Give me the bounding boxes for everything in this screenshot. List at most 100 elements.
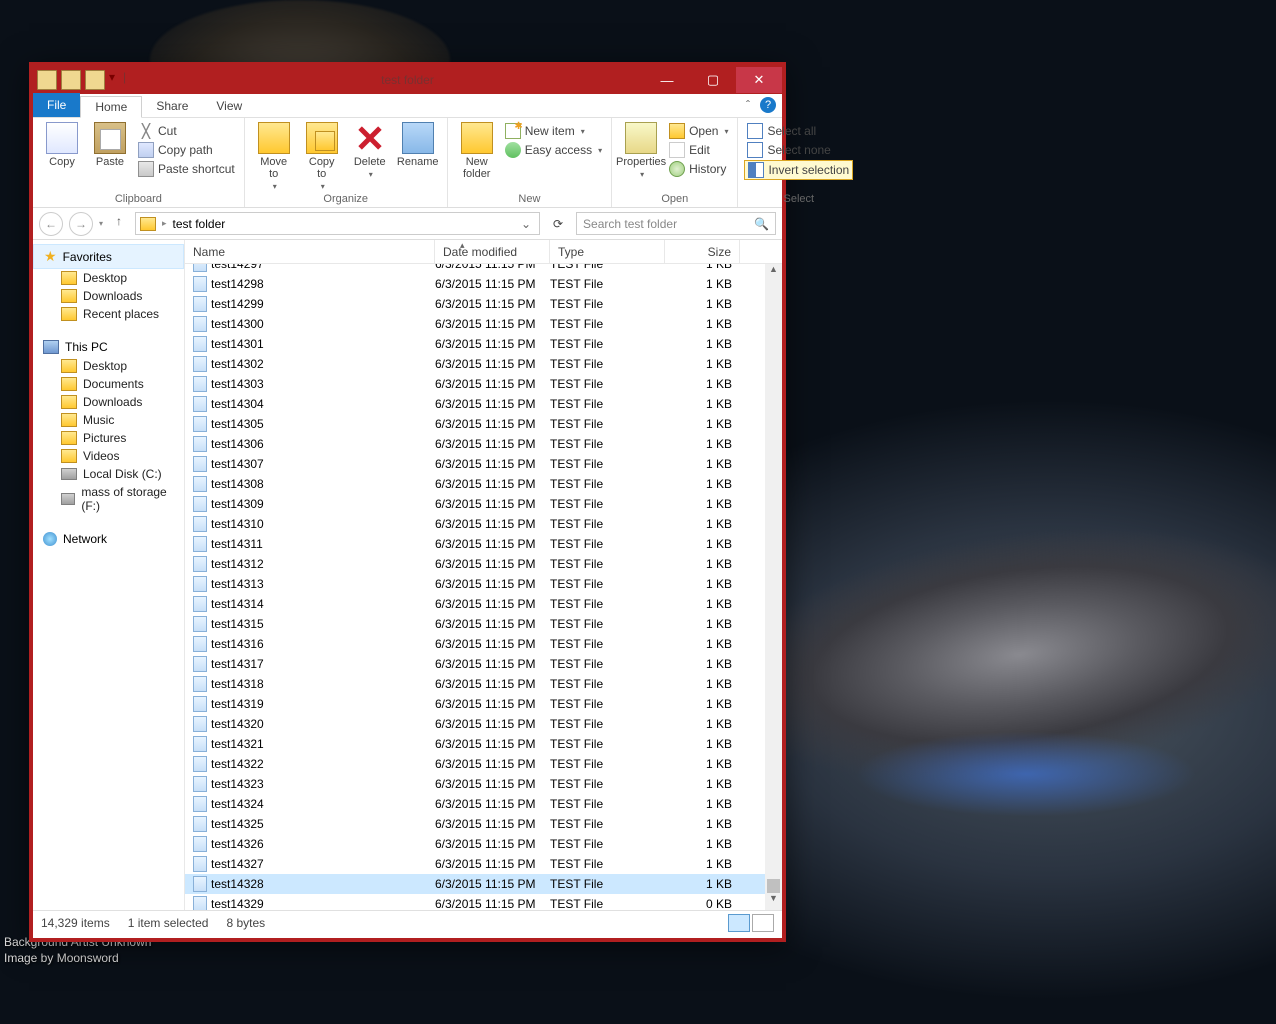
copy-button[interactable]: Copy [39,120,85,168]
file-row[interactable]: test143256/3/2015 11:15 PMTEST File1 KB [185,814,782,834]
file-row[interactable]: test143076/3/2015 11:15 PMTEST File1 KB [185,454,782,474]
file-row[interactable]: test142996/3/2015 11:15 PMTEST File1 KB [185,294,782,314]
file-row[interactable]: test143016/3/2015 11:15 PMTEST File1 KB [185,334,782,354]
drive-icon [61,493,75,505]
move-to-button[interactable]: Move to [251,120,297,191]
nav-item[interactable]: Local Disk (C:) [33,465,184,483]
edit-button[interactable]: Edit [666,141,731,159]
qat-icon[interactable] [37,70,57,90]
address-bar[interactable]: ▸ test folder ⌄ [135,212,540,235]
file-row[interactable]: test143216/3/2015 11:15 PMTEST File1 KB [185,734,782,754]
scroll-up-arrow[interactable]: ▲ [765,264,782,281]
nav-item[interactable]: Music [33,411,184,429]
nav-item[interactable]: mass of storage (F:) [33,483,184,515]
delete-button[interactable]: Delete [347,120,393,179]
open-button[interactable]: Open [666,122,731,140]
search-box[interactable]: Search test folder 🔍 [576,212,776,235]
file-row[interactable]: test143096/3/2015 11:15 PMTEST File1 KB [185,494,782,514]
nav-history-dropdown[interactable]: ▾ [99,219,103,228]
column-type[interactable]: Type [550,240,665,263]
copy-to-button[interactable]: Copy to [299,120,345,191]
nav-forward-button[interactable]: → [69,212,93,236]
minimize-button[interactable]: — [644,67,690,93]
properties-button[interactable]: Properties [618,120,664,179]
file-row[interactable]: test142986/3/2015 11:15 PMTEST File1 KB [185,274,782,294]
file-row[interactable]: test143146/3/2015 11:15 PMTEST File1 KB [185,594,782,614]
collapse-ribbon-icon[interactable]: ˆ [746,98,750,112]
close-button[interactable]: ✕ [736,67,782,93]
maximize-button[interactable]: ▢ [690,67,736,93]
file-row[interactable]: test143006/3/2015 11:15 PMTEST File1 KB [185,314,782,334]
view-icons-button[interactable] [752,914,774,932]
nav-item[interactable]: Downloads [33,393,184,411]
address-dropdown[interactable]: ⌄ [517,217,535,231]
view-tab[interactable]: View [202,95,256,117]
qat-icon[interactable] [61,70,81,90]
paste-button[interactable]: Paste [87,120,133,168]
file-row[interactable]: test143266/3/2015 11:15 PMTEST File1 KB [185,834,782,854]
column-size[interactable]: Size [665,240,740,263]
favorites-header[interactable]: ★Favorites [33,244,184,269]
file-row[interactable]: test143136/3/2015 11:15 PMTEST File1 KB [185,574,782,594]
rename-button[interactable]: Rename [395,120,441,168]
file-row[interactable]: test143056/3/2015 11:15 PMTEST File1 KB [185,414,782,434]
file-row[interactable]: test143086/3/2015 11:15 PMTEST File1 KB [185,474,782,494]
nav-item[interactable]: Downloads [33,287,184,305]
breadcrumb-chevron[interactable]: ▸ [162,218,167,229]
file-row[interactable]: test143296/3/2015 11:15 PMTEST File0 KB [185,894,782,910]
this-pc-header[interactable]: This PC [33,337,184,357]
select-all-button[interactable]: Select all [744,122,853,140]
cut-button[interactable]: Cut [135,122,238,140]
file-row[interactable]: test143106/3/2015 11:15 PMTEST File1 KB [185,514,782,534]
history-button[interactable]: History [666,160,731,178]
titlebar[interactable]: ▾ | test folder — ▢ ✕ [33,66,782,94]
column-name[interactable]: Name [185,240,435,263]
scroll-down-arrow[interactable]: ▼ [765,893,782,910]
file-row[interactable]: test143126/3/2015 11:15 PMTEST File1 KB [185,554,782,574]
file-row[interactable]: test143166/3/2015 11:15 PMTEST File1 KB [185,634,782,654]
file-row[interactable]: test143026/3/2015 11:15 PMTEST File1 KB [185,354,782,374]
home-tab[interactable]: Home [80,96,142,118]
invert-selection-button[interactable]: Invert selection [744,160,853,180]
easy-access-button[interactable]: Easy access [502,141,605,159]
file-row[interactable]: test143156/3/2015 11:15 PMTEST File1 KB [185,614,782,634]
file-row[interactable]: test142976/3/2015 11:15 PMTEST File1 KB [185,264,782,274]
file-row[interactable]: test143116/3/2015 11:15 PMTEST File1 KB [185,534,782,554]
qat-icon[interactable] [85,70,105,90]
file-row[interactable]: test143196/3/2015 11:15 PMTEST File1 KB [185,694,782,714]
vertical-scrollbar[interactable]: ▲ ▼ [765,264,782,910]
file-row[interactable]: test143046/3/2015 11:15 PMTEST File1 KB [185,394,782,414]
nav-back-button[interactable]: ← [39,212,63,236]
new-item-button[interactable]: New item [502,122,605,140]
nav-item[interactable]: Desktop [33,357,184,375]
file-tab[interactable]: File [33,93,80,117]
refresh-button[interactable]: ⟳ [546,217,570,231]
file-row[interactable]: test143186/3/2015 11:15 PMTEST File1 KB [185,674,782,694]
copy-path-button[interactable]: Copy path [135,141,238,159]
file-row[interactable]: test143206/3/2015 11:15 PMTEST File1 KB [185,714,782,734]
file-row[interactable]: test143226/3/2015 11:15 PMTEST File1 KB [185,754,782,774]
file-row[interactable]: test143276/3/2015 11:15 PMTEST File1 KB [185,854,782,874]
column-date[interactable]: Date modified [435,240,550,263]
file-row[interactable]: test143176/3/2015 11:15 PMTEST File1 KB [185,654,782,674]
nav-item[interactable]: Documents [33,375,184,393]
new-folder-button[interactable]: New folder [454,120,500,180]
file-row[interactable]: test143066/3/2015 11:15 PMTEST File1 KB [185,434,782,454]
network-header[interactable]: Network [33,529,184,549]
file-row[interactable]: test143236/3/2015 11:15 PMTEST File1 KB [185,774,782,794]
file-row[interactable]: test143286/3/2015 11:15 PMTEST File1 KB [185,874,782,894]
nav-item[interactable]: Videos [33,447,184,465]
address-path[interactable]: test folder [173,217,226,231]
nav-item[interactable]: Desktop [33,269,184,287]
nav-item[interactable]: Recent places [33,305,184,323]
paste-shortcut-button[interactable]: Paste shortcut [135,160,238,178]
file-row[interactable]: test143246/3/2015 11:15 PMTEST File1 KB [185,794,782,814]
share-tab[interactable]: Share [142,95,202,117]
nav-up-button[interactable]: ↑ [109,214,129,234]
view-details-button[interactable] [728,914,750,932]
nav-item[interactable]: Pictures [33,429,184,447]
qat-dropdown[interactable]: ▾ [109,70,119,90]
select-none-button[interactable]: Select none [744,141,853,159]
file-row[interactable]: test143036/3/2015 11:15 PMTEST File1 KB [185,374,782,394]
help-icon[interactable]: ? [760,97,776,113]
